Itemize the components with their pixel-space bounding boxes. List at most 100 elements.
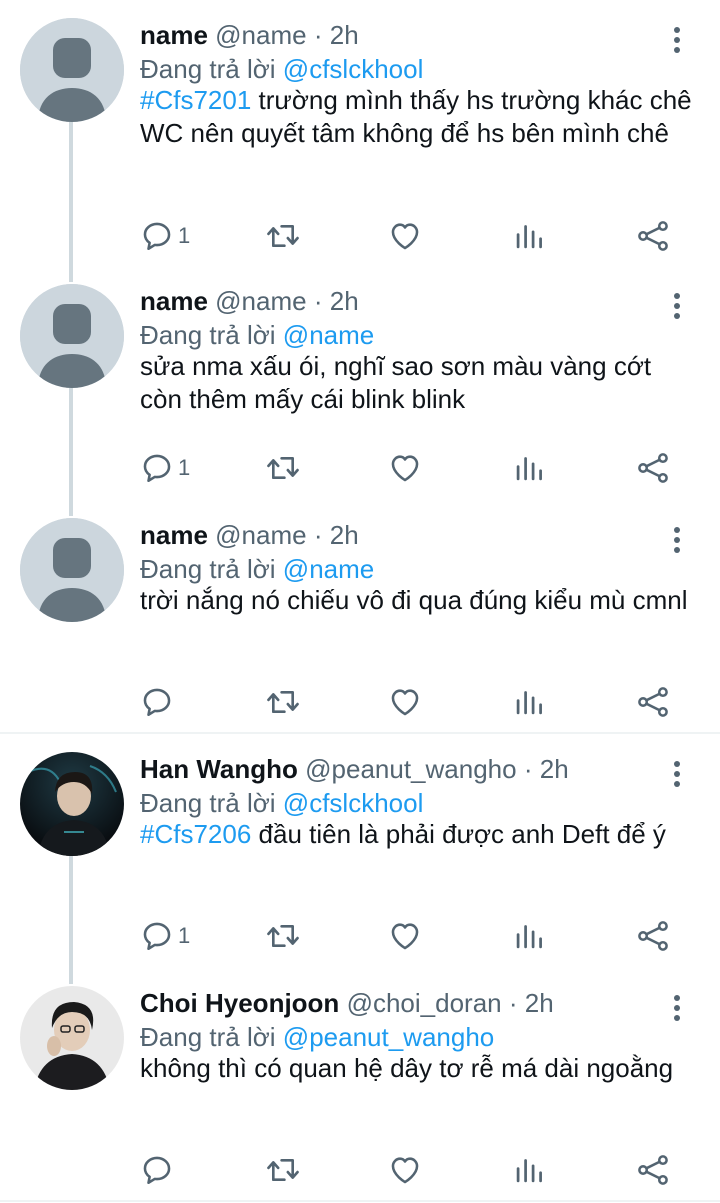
tweet[interactable]: Han Wangho @peanut_wangho · 2h Đang trả … [0,752,720,972]
reply-mention-link[interactable]: @cfslckhool [283,788,424,818]
retweet-icon [267,224,299,248]
analytics-icon [516,691,542,715]
separator-dot: · [523,754,533,784]
tweet[interactable]: name @name · 2h Đang trả lời @name trời … [0,518,720,730]
reply-button[interactable] [140,682,178,722]
more-options-icon[interactable] [667,992,687,1032]
thread-divider [0,732,720,734]
reply-icon [143,222,171,251]
share-button[interactable] [636,916,670,956]
reply-mention-link[interactable]: @cfslckhool [283,54,424,84]
tweet-text: #Cfs7201 trường mình thấy hs trường khác… [140,84,700,150]
reply-button[interactable]: 1 [140,916,190,956]
display-name[interactable]: Choi Hyeonjoon [140,988,339,1018]
analytics-icon [516,225,542,249]
tweet-text: sửa nma xấu ói, nghĩ sao sơn màu vàng cớ… [140,350,700,416]
replying-to: Đang trả lời @name [140,318,374,352]
photo-avatar[interactable] [20,986,124,1090]
tweet-actions: 1 [140,448,680,488]
share-button[interactable] [636,682,670,722]
analytics-icon [516,457,542,481]
like-button[interactable] [388,682,422,722]
reply-mention-link[interactable]: @name [283,554,374,584]
tweet-header: Han Wangho @peanut_wangho · 2h [140,752,569,786]
share-icon [638,1155,668,1185]
more-options-icon[interactable] [667,524,687,564]
tweet[interactable]: Choi Hyeonjoon @choi_doran · 2h Đang trả… [0,986,720,1196]
replying-prefix: Đang trả lời [140,320,276,350]
reply-count: 1 [178,455,191,480]
retweet-button[interactable] [265,216,301,256]
hashtag-link[interactable]: #Cfs7201 [140,85,251,115]
retweet-icon [267,1158,299,1182]
tweet[interactable]: name @name · 2h Đang trả lời @cfslckhool… [0,18,720,268]
reply-count: 1 [178,923,191,948]
user-handle[interactable]: @name [215,20,306,50]
reply-mention-link[interactable]: @name [283,320,374,350]
user-handle[interactable]: @name [215,520,306,550]
default-avatar-icon[interactable] [20,18,124,122]
display-name[interactable]: Han Wangho [140,754,298,784]
like-button[interactable] [388,916,422,956]
heart-icon [391,923,419,950]
retweet-button[interactable] [265,682,301,722]
share-icon [638,921,668,951]
user-handle[interactable]: @name [215,286,306,316]
retweet-button[interactable] [265,1150,301,1190]
user-handle[interactable]: @choi_doran [347,988,502,1018]
like-button[interactable] [388,1150,422,1190]
photo-avatar[interactable] [20,752,124,856]
timestamp[interactable]: 2h [330,520,359,550]
tweet-header: name @name · 2h [140,284,359,318]
tweet[interactable]: name @name · 2h Đang trả lời @name sửa n… [0,284,720,504]
retweet-icon [267,690,299,714]
more-options-icon[interactable] [667,24,687,64]
share-button[interactable] [636,448,670,488]
replying-prefix: Đang trả lời [140,1022,276,1052]
retweet-icon [267,456,299,480]
tweet-text-content: trời nắng nó chiếu vô đi qua đúng kiểu m… [140,585,688,615]
user-handle[interactable]: @peanut_wangho [305,754,516,784]
tweet-header: name @name · 2h [140,518,359,552]
share-button[interactable] [636,216,670,256]
reply-icon [143,688,171,717]
retweet-button[interactable] [265,916,301,956]
views-button[interactable] [514,448,544,488]
more-options-icon[interactable] [667,290,687,330]
default-avatar-icon[interactable] [20,284,124,388]
timestamp[interactable]: 2h [540,754,569,784]
replying-prefix: Đang trả lời [140,54,276,84]
reply-mention-link[interactable]: @peanut_wangho [283,1022,494,1052]
reply-button[interactable]: 1 [140,448,190,488]
tweet-actions: 1 [140,916,680,956]
separator-dot: · [508,988,518,1018]
like-button[interactable] [388,448,422,488]
heart-icon [391,223,419,250]
display-name[interactable]: name [140,520,208,550]
hashtag-link[interactable]: #Cfs7206 [140,819,251,849]
analytics-icon [516,1159,542,1183]
views-button[interactable] [514,216,544,256]
share-button[interactable] [636,1150,670,1190]
timestamp[interactable]: 2h [525,988,554,1018]
reply-button[interactable] [140,1150,178,1190]
tweet-header: name @name · 2h [140,18,359,52]
replying-to: Đang trả lời @cfslckhool [140,52,423,86]
heart-icon [391,689,419,716]
analytics-icon [516,925,542,949]
more-options-icon[interactable] [667,758,687,798]
views-button[interactable] [514,682,544,722]
display-name[interactable]: name [140,286,208,316]
like-button[interactable] [388,216,422,256]
timestamp[interactable]: 2h [330,20,359,50]
views-button[interactable] [514,1150,544,1190]
timestamp[interactable]: 2h [330,286,359,316]
display-name[interactable]: name [140,20,208,50]
reply-button[interactable]: 1 [140,216,190,256]
separator-dot: · [313,520,323,550]
share-icon [638,453,668,483]
default-avatar-icon[interactable] [20,518,124,622]
heart-icon [391,455,419,482]
retweet-button[interactable] [265,448,301,488]
views-button[interactable] [514,916,544,956]
